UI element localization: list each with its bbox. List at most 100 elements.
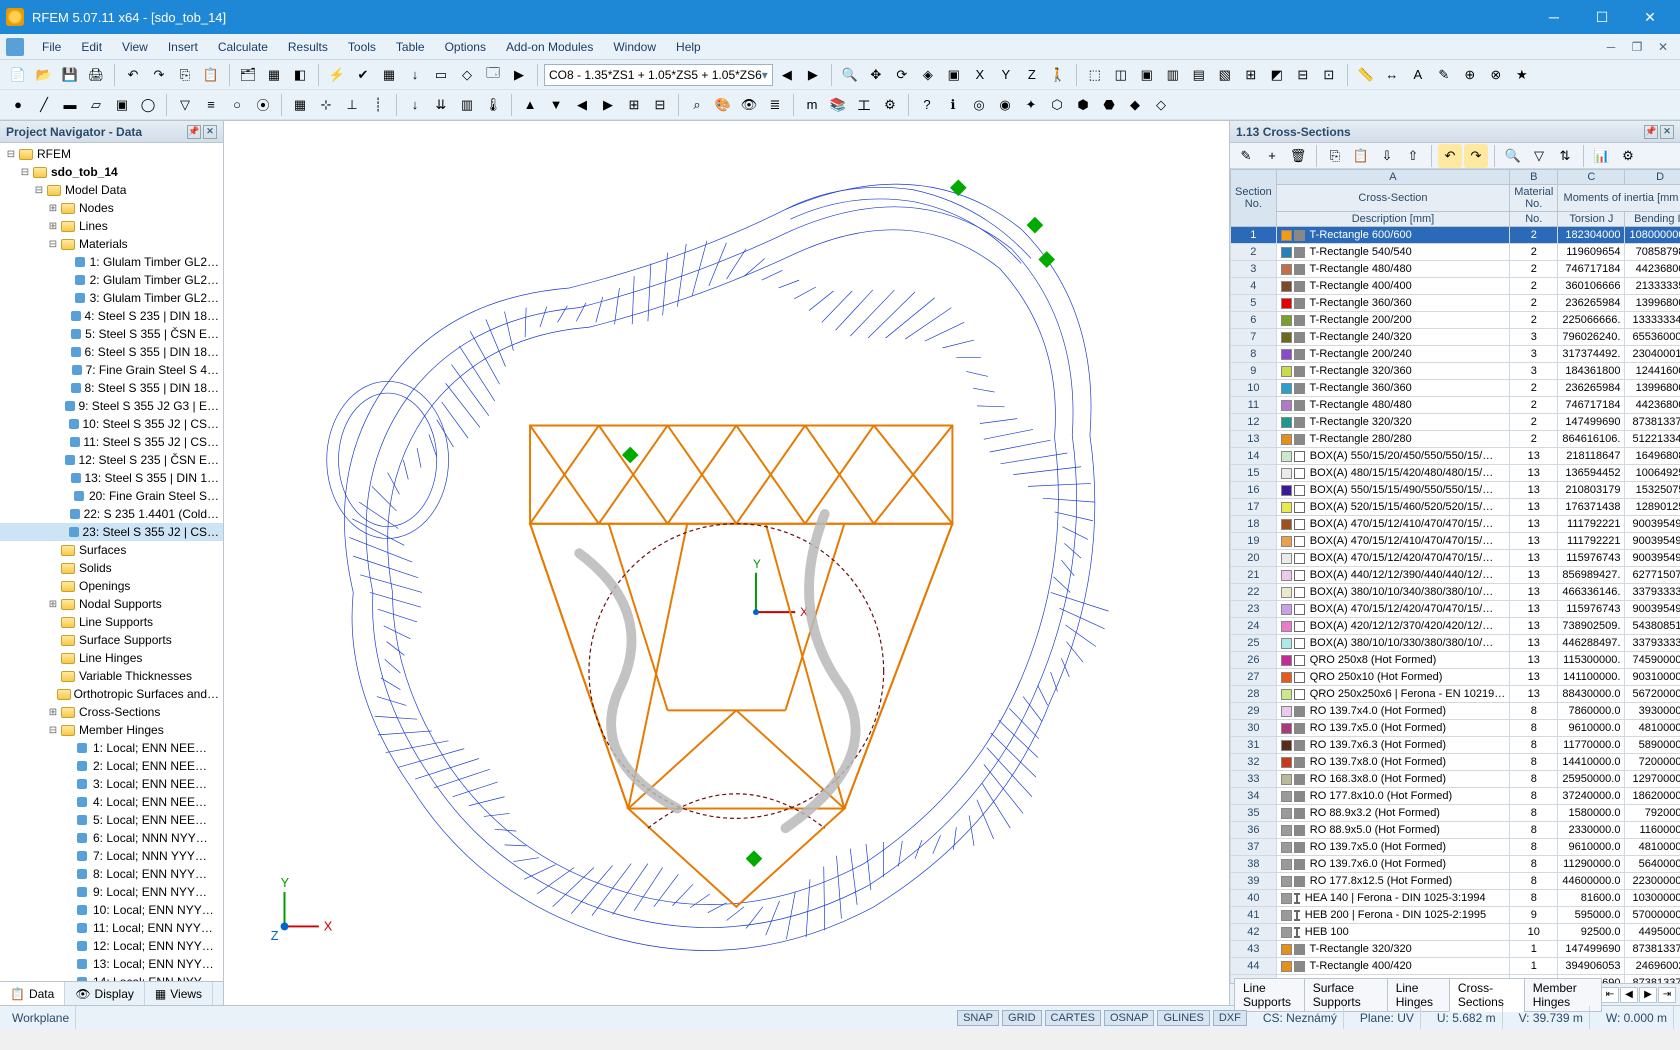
table-row[interactable]: 34 RO 177.8x10.0 (Hot Formed)837240000.0… <box>1231 788 1680 805</box>
table-row[interactable]: 38 RO 139.7x6.0 (Hot Formed)811290000.05… <box>1231 856 1680 873</box>
tree-item[interactable]: 9: Local; ENN NYY… <box>0 883 223 901</box>
menu-file[interactable]: File <box>34 38 69 56</box>
units-button[interactable]: m <box>800 93 824 117</box>
view-z-button[interactable]: Z <box>1020 63 1044 87</box>
tree-item[interactable]: 7: Fine Grain Steel S 4… <box>0 361 223 379</box>
select-button[interactable]: ⬚ <box>1083 63 1107 87</box>
col-d[interactable]: D <box>1625 170 1680 185</box>
tree-item[interactable]: Solids <box>0 559 223 577</box>
measure-button[interactable]: 📏 <box>1354 63 1378 87</box>
navigator-tab-data[interactable]: 📋 Data <box>0 982 65 1005</box>
table-row[interactable]: 36 RO 88.9x5.0 (Hot Formed)82330000.0116… <box>1231 822 1680 839</box>
navigator-pin-button[interactable]: 📌 <box>187 125 201 139</box>
tree-item[interactable]: ⊞Cross-Sections <box>0 703 223 721</box>
tree-item[interactable]: ⊟sdo_tob_14 <box>0 163 223 181</box>
tb-button-4[interactable]: ▧ <box>1213 63 1237 87</box>
menu-view[interactable]: View <box>114 38 156 56</box>
ortho-button[interactable]: ⊥ <box>340 93 364 117</box>
table-row[interactable]: 30 RO 139.7x5.0 (Hot Formed)89610000.048… <box>1231 720 1680 737</box>
view-y-button[interactable]: Y <box>994 63 1018 87</box>
tree-item[interactable]: 7: Local; NNN YYY… <box>0 847 223 865</box>
tree-item[interactable]: ⊞Nodes <box>0 199 223 217</box>
table-new-button[interactable]: + <box>1260 144 1284 168</box>
panel-close-button[interactable]: ✕ <box>1660 125 1674 139</box>
table-row[interactable]: 43 T-Rectangle 320/320114749969087381337… <box>1231 941 1680 958</box>
tree-item[interactable]: 23: Steel S 355 J2 | CS… <box>0 523 223 541</box>
table-row[interactable]: 33 RO 168.3x8.0 (Hot Formed)825950000.01… <box>1231 771 1680 788</box>
tree-item[interactable]: ⊟RFEM <box>0 145 223 163</box>
results-nav-button[interactable]: 🗔 <box>481 63 505 87</box>
table-row[interactable]: 32 RO 139.7x8.0 (Hot Formed)814410000.07… <box>1231 754 1680 771</box>
tree-item[interactable]: ⊟Model Data <box>0 181 223 199</box>
tb2-button-9[interactable]: ✦ <box>1019 93 1043 117</box>
tree-item[interactable]: 13: Local; ENN NYY… <box>0 955 223 973</box>
table-edit-button[interactable]: ✎ <box>1234 144 1258 168</box>
tb-button-5[interactable]: ⊞ <box>1239 63 1263 87</box>
table-row[interactable]: 13 T-Rectangle 280/2802864616106.5122133… <box>1231 431 1680 448</box>
tree-item[interactable]: ⊞Lines <box>0 217 223 235</box>
navigator-tree[interactable]: ⊟RFEM⊟sdo_tob_14⊟Model Data⊞Nodes⊞Lines ⊟… <box>0 143 223 981</box>
tree-item[interactable]: 3: Local; ENN NEE… <box>0 775 223 793</box>
tb-button-2[interactable]: ▥ <box>1161 63 1185 87</box>
table-row[interactable]: 28 QRO 250x250x6 | Ferona - EN 10219…138… <box>1231 686 1680 703</box>
tb2-button-10[interactable]: ⬡ <box>1045 93 1069 117</box>
table-row[interactable]: 21 BOX(A) 440/12/12/390/440/440/12/…1385… <box>1231 567 1680 584</box>
check-button[interactable]: ✔ <box>351 63 375 87</box>
settings-button[interactable]: ⚙ <box>878 93 902 117</box>
tree-item[interactable]: 5: Local; ENN NEE… <box>0 811 223 829</box>
status-toggle-grid[interactable]: GRID <box>1002 1010 1042 1026</box>
hinge-button[interactable]: ○ <box>225 93 249 117</box>
snap-button[interactable]: ⊹ <box>314 93 338 117</box>
tree-item[interactable]: 12: Steel S 235 | ČSN E… <box>0 451 223 469</box>
table-row[interactable]: 6 T-Rectangle 200/2002225066666.13333334… <box>1231 312 1680 329</box>
results-button[interactable]: ◧ <box>288 63 312 87</box>
menu-results[interactable]: Results <box>280 38 336 56</box>
rotate-button[interactable]: ⟳ <box>890 63 914 87</box>
tb2-button-5[interactable]: ⊞ <box>622 93 646 117</box>
table-row[interactable]: 18 BOX(A) 470/15/12/410/470/470/15/…1311… <box>1231 516 1680 533</box>
open-file-button[interactable]: 📂 <box>32 63 56 87</box>
opening-button[interactable]: ◯ <box>136 93 160 117</box>
tree-item[interactable]: 12: Local; ENN NYY… <box>0 937 223 955</box>
tb2-button-1[interactable]: ▲ <box>518 93 542 117</box>
col-b[interactable]: B <box>1510 170 1558 185</box>
table-undo-button[interactable]: ↶ <box>1438 144 1462 168</box>
table-delete-button[interactable]: 🗑 <box>1286 144 1310 168</box>
print-button[interactable]: 🖨 <box>84 63 108 87</box>
view-x-button[interactable]: X <box>968 63 992 87</box>
zoom-button[interactable]: 🔍 <box>838 63 862 87</box>
move-button[interactable]: ✥ <box>864 63 888 87</box>
tb-button-11[interactable]: ⊗ <box>1484 63 1508 87</box>
tree-item[interactable]: Surfaces <box>0 541 223 559</box>
table-row[interactable]: 37 RO 139.7x5.0 (Hot Formed)89610000.048… <box>1231 839 1680 856</box>
tb2-button-3[interactable]: ◀ <box>570 93 594 117</box>
table-import-button[interactable]: ⇩ <box>1375 144 1399 168</box>
tb-button-10[interactable]: ⊕ <box>1458 63 1482 87</box>
table-sort-button[interactable]: ⇅ <box>1553 144 1577 168</box>
panel-pin-button[interactable]: 📌 <box>1644 125 1658 139</box>
guideline-button[interactable]: ┊ <box>366 93 390 117</box>
maximize-button[interactable]: ☐ <box>1578 0 1626 34</box>
menu-table[interactable]: Table <box>388 38 433 56</box>
col-c[interactable]: C <box>1558 170 1625 185</box>
model-viewport[interactable]: X Y Z X Y <box>224 121 1230 1005</box>
tree-item[interactable]: ⊟Member Hinges <box>0 721 223 739</box>
tree-item[interactable]: 4: Steel S 235 | DIN 18… <box>0 307 223 325</box>
tb-button-6[interactable]: ◩ <box>1265 63 1289 87</box>
views-button[interactable]: ▦ <box>262 63 286 87</box>
tree-item[interactable]: 2: Glulam Timber GL2… <box>0 271 223 289</box>
tb2-button-6[interactable]: ⊟ <box>648 93 672 117</box>
text-button[interactable]: A <box>1406 63 1430 87</box>
table-row[interactable]: 44 T-Rectangle 400/420139490605324696002… <box>1231 958 1680 975</box>
table-row[interactable]: 8 T-Rectangle 200/2403317374492.23040001… <box>1231 346 1680 363</box>
table-row[interactable]: 7 T-Rectangle 240/3203796026240.65536000… <box>1231 329 1680 346</box>
tree-item[interactable]: 10: Steel S 355 J2 | CS… <box>0 415 223 433</box>
tb2-button-8[interactable]: ◉ <box>993 93 1017 117</box>
tree-item[interactable]: Variable Thicknesses <box>0 667 223 685</box>
menu-insert[interactable]: Insert <box>160 38 206 56</box>
temp-load-button[interactable]: 🌡 <box>481 93 505 117</box>
tree-item[interactable]: Surface Supports <box>0 631 223 649</box>
table-row[interactable]: 40 HEA 140 | Ferona - DIN 1025-3:1994881… <box>1231 890 1680 907</box>
table-row[interactable]: 31 RO 139.7x6.3 (Hot Formed)811770000.05… <box>1231 737 1680 754</box>
tree-item[interactable]: Openings <box>0 577 223 595</box>
